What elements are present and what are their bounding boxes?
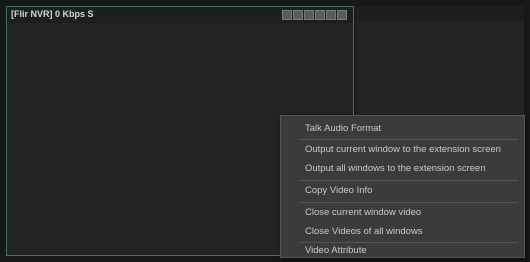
zoom-icon[interactable] — [315, 10, 325, 20]
ptz-icon[interactable] — [326, 10, 336, 20]
snapshot-icon[interactable] — [282, 10, 292, 20]
menu-item-output-all-windows[interactable]: Output all windows to the extension scre… — [305, 160, 516, 178]
close-icon[interactable] — [337, 10, 347, 20]
menu-separator — [299, 139, 518, 140]
menu-item-talk-audio-format[interactable]: Talk Audio Format — [305, 120, 516, 138]
menu-separator — [299, 202, 518, 203]
menu-item-video-attribute[interactable]: Video Attribute — [305, 242, 516, 260]
record-icon[interactable] — [293, 10, 303, 20]
pane-toolbar — [282, 10, 347, 20]
video-grid: [Flir NVR] 0 Kbps S Talk Audio Format Ou… — [0, 0, 530, 262]
menu-item-close-current-window-video[interactable]: Close current window video — [305, 204, 516, 222]
pane-titlebar: [Flir NVR] 0 Kbps S — [7, 7, 353, 23]
audio-icon[interactable] — [304, 10, 314, 20]
menu-separator — [299, 180, 518, 181]
menu-item-close-all-videos[interactable]: Close Videos of all windows — [305, 223, 516, 241]
pane-title: [Flir NVR] 0 Kbps S — [11, 9, 94, 19]
context-menu: Talk Audio Format Output current window … — [280, 115, 525, 258]
menu-item-output-current-window[interactable]: Output current window to the extension s… — [305, 141, 516, 159]
menu-item-copy-video-info[interactable]: Copy Video Info — [305, 182, 516, 200]
